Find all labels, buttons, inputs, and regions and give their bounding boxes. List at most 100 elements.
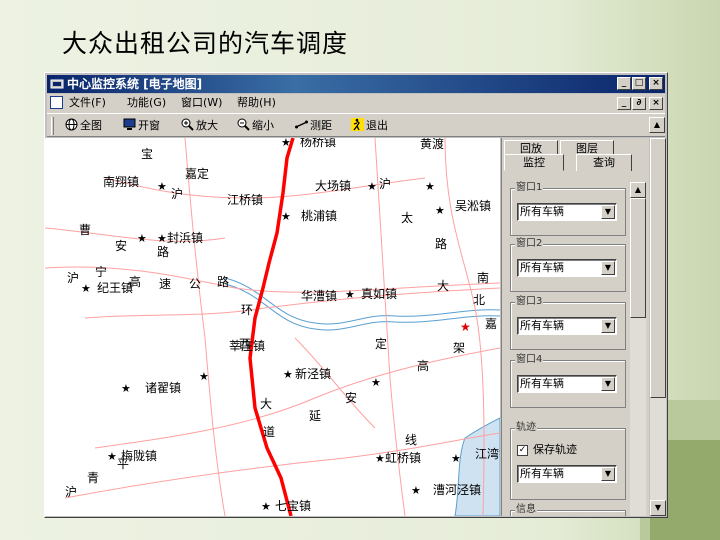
svg-text:★: ★ [157, 232, 167, 245]
tab-query[interactable]: 查询 [576, 154, 632, 171]
track-label: 轨迹 [515, 422, 537, 434]
save-track-label: 保存轨迹 [533, 443, 577, 456]
svg-text:★: ★ [281, 210, 291, 223]
svg-text:嘉定: 嘉定 [185, 166, 209, 181]
svg-text:漕河泾镇: 漕河泾镇 [433, 483, 481, 497]
svg-text:曹: 曹 [79, 223, 91, 237]
svg-text:诸翟镇: 诸翟镇 [145, 381, 181, 395]
svg-text:宁: 宁 [95, 264, 107, 279]
toolbar-label: 全图 [80, 119, 102, 132]
chevron-down-icon[interactable]: ▼ [601, 467, 615, 481]
window-scroll-down[interactable]: ▼ [650, 500, 666, 516]
toolbar-open-window-button[interactable]: 开窗 [123, 118, 160, 134]
svg-text:★: ★ [199, 370, 209, 383]
toolbar-measure-button[interactable]: 测距 [295, 118, 332, 134]
chevron-down-icon[interactable]: ▼ [601, 205, 615, 219]
window-titlebar[interactable]: 中心监控系统 [电子地图] _ □ × [47, 75, 665, 93]
toolbar-label: 开窗 [138, 119, 160, 132]
svg-text:路: 路 [217, 274, 229, 289]
svg-text:封浜镇: 封浜镇 [167, 231, 203, 245]
svg-text:新泾镇: 新泾镇 [295, 366, 331, 381]
window1-vehicle-select[interactable]: 所有车辆 ▼ [517, 203, 617, 221]
window2-group: 窗口2 所有车辆 ▼ [510, 238, 626, 292]
svg-text:★: ★ [261, 500, 271, 513]
electronic-map[interactable]: ★★ ★★ ★★ ★ ★ ★ ★ ★ ★ ★★ ★ ★ ★★ ★ ★ 杨桥镇 黄渡 南翔… [45, 138, 500, 516]
window4-vehicle-select[interactable]: 所有车辆 ▼ [517, 375, 617, 393]
child-restore-button[interactable]: ∂ [632, 97, 646, 110]
chevron-down-icon[interactable]: ▼ [601, 261, 615, 275]
svg-text:七宝镇: 七宝镇 [275, 499, 311, 513]
child-close-button[interactable]: × [649, 97, 663, 110]
document-icon [50, 96, 63, 109]
track-vehicle-select[interactable]: 所有车辆 ▼ [517, 465, 617, 483]
save-track-checkbox[interactable]: ✓ [517, 445, 528, 456]
svg-text:北: 北 [473, 293, 485, 307]
chevron-down-icon[interactable]: ▼ [601, 377, 615, 391]
child-minimize-button[interactable]: _ [617, 97, 631, 110]
svg-text:纪王镇: 纪王镇 [97, 281, 133, 295]
menu-function[interactable]: 功能(G) [127, 96, 166, 110]
minimize-button[interactable]: _ [617, 77, 631, 90]
svg-text:高: 高 [417, 358, 429, 373]
svg-text:★: ★ [283, 368, 293, 381]
scroll-up-button[interactable]: ▲ [649, 117, 665, 133]
toolbar-zoom-out-button[interactable]: 缩小 [237, 118, 274, 134]
svg-text:江桥镇: 江桥镇 [227, 193, 263, 207]
toolbar-grip [51, 117, 54, 135]
combo-value: 所有车辆 [520, 205, 564, 218]
menu-help[interactable]: 帮助(H) [237, 96, 276, 110]
slide-title: 大众出租公司的汽车调度 [62, 29, 349, 58]
map-canvas[interactable]: ★ ★ ★ ★ ★ ★ ★ ★ ★ ★ ★ ★ ★ ★ ★ ★ ★ ★ ★ ★ 杨桥镇 黄渡 南翔… [45, 138, 500, 516]
panel-scroll-thumb[interactable] [630, 198, 646, 318]
svg-text:南: 南 [477, 270, 489, 285]
globe-icon [65, 118, 78, 131]
svg-text:沪: 沪 [379, 177, 391, 191]
svg-text:大: 大 [260, 397, 272, 411]
svg-text:线: 线 [405, 433, 417, 447]
panel-scrollbar[interactable]: ▲ [630, 182, 646, 516]
toolbar-zoom-in-button[interactable]: 放大 [181, 118, 218, 134]
window3-group: 窗口3 所有车辆 ▼ [510, 296, 626, 350]
toolbar-label: 测距 [310, 119, 332, 132]
window2-label: 窗口2 [515, 238, 544, 250]
window2-vehicle-select[interactable]: 所有车辆 ▼ [517, 259, 617, 277]
window-scroll-thumb[interactable] [650, 138, 666, 398]
svg-text:环: 环 [241, 303, 253, 317]
toolbar-full-map-button[interactable]: 全图 [65, 118, 102, 134]
svg-text:太: 太 [401, 210, 413, 225]
menu-window[interactable]: 窗口(W) [181, 96, 222, 110]
monitor-panel: 回放 图层 监控 查询 窗口1 所有车辆 ▼ 窗口2 所有车辆 ▼ 窗口3 所有… [501, 138, 649, 516]
window4-group: 窗口4 所有车辆 ▼ [510, 354, 626, 408]
tab-monitor[interactable]: 监控 [504, 154, 564, 171]
window3-label: 窗口3 [515, 296, 544, 308]
window3-vehicle-select[interactable]: 所有车辆 ▼ [517, 317, 617, 335]
svg-text:大场镇: 大场镇 [315, 179, 351, 193]
menu-file[interactable]: 文件(F) [69, 96, 106, 110]
svg-text:★: ★ [107, 450, 117, 463]
track-group: 轨迹 ✓ 保存轨迹 所有车辆 ▼ [510, 422, 626, 500]
toolbar-exit-button[interactable]: 退出 [351, 118, 388, 134]
svg-text:杨桥镇: 杨桥镇 [300, 138, 336, 149]
active-vehicle-icon[interactable]: ★ [460, 320, 471, 334]
svg-text:平: 平 [117, 457, 129, 471]
info-label: 信息 [515, 504, 537, 516]
exit-icon [351, 118, 364, 131]
chevron-down-icon[interactable]: ▼ [601, 319, 615, 333]
svg-text:南翔镇: 南翔镇 [103, 174, 139, 189]
svg-text:道: 道 [263, 425, 275, 439]
combo-value: 所有车辆 [520, 261, 564, 274]
svg-text:桃浦镇: 桃浦镇 [301, 208, 337, 223]
maximize-button[interactable]: □ [632, 77, 646, 90]
svg-text:★: ★ [121, 382, 131, 395]
svg-text:公: 公 [189, 277, 201, 291]
panel-scroll-up[interactable]: ▲ [630, 182, 646, 198]
window-scrollbar[interactable]: ▼ [650, 138, 666, 516]
svg-text:架: 架 [453, 341, 465, 355]
svg-text:路: 路 [157, 244, 169, 259]
svg-text:嘉: 嘉 [485, 317, 497, 331]
svg-text:安: 安 [345, 390, 357, 405]
svg-text:★: ★ [425, 180, 435, 193]
svg-text:★: ★ [137, 232, 147, 245]
svg-text:★: ★ [411, 484, 421, 497]
close-button[interactable]: × [649, 77, 663, 90]
